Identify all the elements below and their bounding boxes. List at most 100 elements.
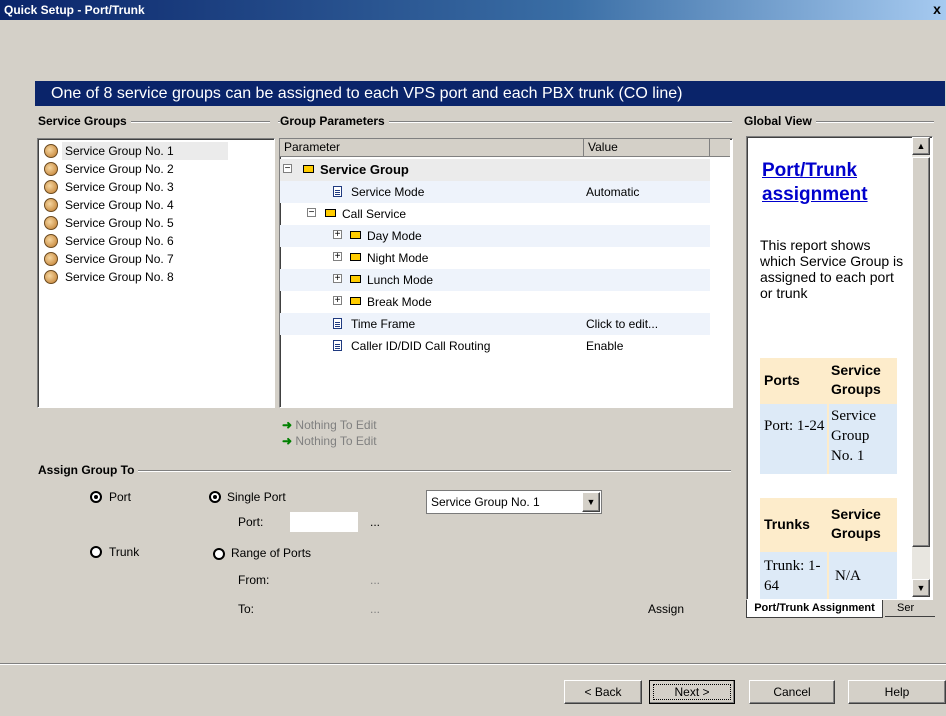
param-name: Lunch Mode: [367, 273, 434, 287]
param-name: Call Service: [342, 207, 407, 221]
param-row-break-mode[interactable]: + Break Mode: [280, 291, 710, 313]
range-of-ports-radio[interactable]: [213, 548, 225, 560]
port-value: Port: 1-24: [760, 404, 827, 474]
window-title: Quick Setup - Port/Trunk: [4, 3, 145, 17]
expand-icon[interactable]: +: [333, 274, 342, 284]
port-input[interactable]: [290, 512, 358, 532]
column-header-parameter[interactable]: Parameter: [280, 139, 584, 156]
range-of-ports-label[interactable]: Range of Ports: [231, 546, 311, 560]
service-group-icon: [44, 162, 58, 176]
footer-divider: [0, 663, 946, 665]
document-icon: [333, 186, 342, 197]
ports-header: Ports: [760, 358, 827, 402]
trunk-radio[interactable]: [90, 546, 102, 558]
expand-icon[interactable]: +: [333, 252, 342, 262]
from-label: From:: [238, 573, 270, 587]
service-group-icon: [44, 216, 58, 230]
help-button[interactable]: Help: [848, 680, 946, 704]
param-row-time-frame[interactable]: Time Frame Click to edit...: [280, 313, 710, 335]
from-browse-button[interactable]: ...: [370, 573, 380, 587]
port-group-value: Service Group No. 1: [829, 404, 897, 474]
param-row-lunch-mode[interactable]: + Lunch Mode: [280, 269, 710, 291]
trunks-table: Trunks Service Groups Trunk: 1-64 N/A: [760, 498, 897, 599]
parameters-grid[interactable]: Parameter Value − Service Group Service …: [279, 138, 733, 408]
port-browse-button[interactable]: ...: [370, 515, 380, 529]
close-icon[interactable]: x: [930, 2, 944, 16]
param-row-night-mode[interactable]: + Night Mode: [280, 247, 710, 269]
param-name: Service Group: [320, 162, 409, 177]
param-name: Service Mode: [351, 185, 425, 199]
ports-table: Ports Service Groups Port: 1-24 Service …: [760, 358, 897, 474]
single-port-label[interactable]: Single Port: [227, 490, 286, 504]
trunk-radio-label[interactable]: Trunk: [109, 545, 139, 559]
param-name: Caller ID/DID Call Routing: [351, 339, 491, 353]
global-view-title: Global View: [744, 114, 816, 128]
assign-group-title: Assign Group To: [38, 463, 139, 477]
single-port-radio[interactable]: [209, 491, 221, 503]
param-row-call-service[interactable]: − Call Service: [280, 203, 710, 225]
next-button[interactable]: Next >: [649, 680, 735, 704]
service-groups-title: Service Groups: [38, 114, 131, 128]
nothing-to-edit-1: ➜ Nothing To Edit: [282, 418, 377, 432]
service-group-icon: [44, 180, 58, 194]
param-row-service-group[interactable]: − Service Group: [280, 159, 710, 181]
param-name: Day Mode: [367, 229, 422, 243]
param-row-service-mode[interactable]: Service Mode Automatic: [280, 181, 710, 203]
document-icon: [333, 318, 342, 329]
column-header-value[interactable]: Value: [584, 139, 710, 156]
service-group-icon: [44, 198, 58, 212]
port-radio[interactable]: [90, 491, 102, 503]
info-banner: One of 8 service groups can be assigned …: [35, 81, 945, 106]
param-row-caller-id[interactable]: Caller ID/DID Call Routing Enable: [280, 335, 710, 357]
service-group-icon: [44, 234, 58, 248]
trunk-value: Trunk: 1-64: [760, 552, 827, 599]
folder-icon: [350, 253, 361, 261]
cancel-button[interactable]: Cancel: [749, 680, 835, 704]
tab-service[interactable]: Ser: [885, 600, 935, 617]
report-scrollbar[interactable]: ▲ ▼: [912, 137, 930, 597]
param-value[interactable]: Click to edit...: [586, 317, 658, 331]
report-heading-link[interactable]: Port/Trunk assignment: [762, 159, 912, 207]
folder-icon: [303, 165, 314, 173]
param-name: Break Mode: [367, 295, 432, 309]
group-parameters-title: Group Parameters: [280, 114, 389, 128]
expand-icon[interactable]: +: [333, 230, 342, 240]
tab-port-trunk-assignment[interactable]: Port/Trunk Assignment: [746, 600, 883, 618]
collapse-icon[interactable]: −: [283, 164, 292, 174]
param-value: Automatic: [586, 185, 640, 199]
trunks-header: Trunks: [760, 498, 827, 550]
scroll-up-icon[interactable]: ▲: [912, 137, 930, 155]
grid-header: Parameter Value: [280, 139, 730, 157]
trunk-group-value: N/A: [829, 552, 897, 599]
global-view-report[interactable]: Port/Trunk assignment This report shows …: [746, 136, 933, 600]
param-value: Enable: [586, 339, 624, 353]
collapse-icon[interactable]: −: [307, 208, 316, 218]
expand-icon[interactable]: +: [333, 296, 342, 306]
trunk-groups-header: Service Groups: [829, 498, 897, 550]
port-radio-label[interactable]: Port: [109, 490, 131, 504]
arrow-right-icon: ➜: [282, 434, 293, 448]
arrow-right-icon: ➜: [282, 418, 293, 432]
service-groups-header: Service Groups: [829, 358, 897, 402]
param-row-day-mode[interactable]: + Day Mode: [280, 225, 710, 247]
folder-icon: [350, 275, 361, 283]
scroll-thumb[interactable]: [912, 157, 930, 547]
back-button[interactable]: < Back: [564, 680, 642, 704]
report-description: This report shows which Service Group is…: [760, 237, 904, 301]
assign-divider: [38, 470, 731, 472]
to-browse-button[interactable]: ...: [370, 602, 380, 616]
folder-icon: [350, 297, 361, 305]
folder-icon: [325, 209, 336, 217]
assign-button[interactable]: Assign: [648, 602, 684, 616]
port-label: Port:: [238, 515, 264, 529]
service-group-icon: [44, 252, 58, 266]
chevron-down-icon[interactable]: ▼: [582, 492, 600, 512]
service-groups-list[interactable]: Service Group No. 1 Service Group No. 2 …: [37, 138, 275, 408]
document-icon: [333, 340, 342, 351]
param-name: Night Mode: [367, 251, 429, 265]
service-group-select[interactable]: Service Group No. 1 ▼: [426, 490, 602, 514]
scroll-down-icon[interactable]: ▼: [912, 579, 930, 597]
service-group-icon: [44, 144, 58, 158]
folder-icon: [350, 231, 361, 239]
param-name: Time Frame: [351, 317, 416, 331]
